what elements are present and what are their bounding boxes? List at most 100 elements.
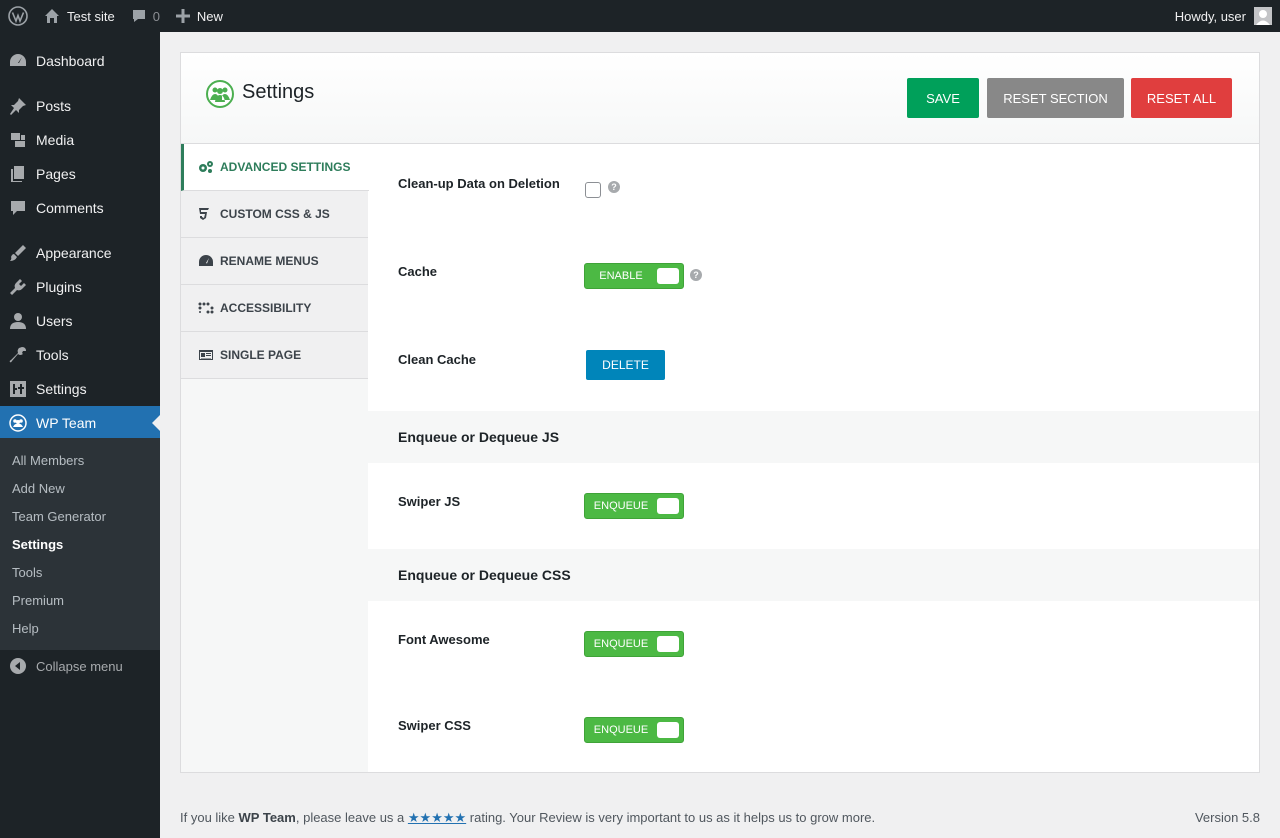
sidebar-item-label: Dashboard [36, 53, 105, 69]
sidebar-item-label: Media [36, 132, 75, 148]
reset-all-button[interactable]: RESET ALL [1131, 78, 1232, 118]
swiper-css-toggle[interactable]: ENQUEUE [584, 717, 684, 743]
pages-icon [0, 165, 36, 183]
clean-cache-label: Clean Cache [398, 352, 477, 367]
sidebar-item-label: Comments [36, 200, 104, 216]
comments-link[interactable]: 0 [123, 0, 168, 32]
braille-icon [198, 301, 220, 315]
panel-header: Settings SAVE RESET SECTION RESET ALL [181, 53, 1259, 144]
sidebar-item-comments[interactable]: Comments [0, 191, 160, 225]
submenu-all-members[interactable]: All Members [12, 453, 84, 468]
sidebar-item-appearance[interactable]: Appearance [0, 236, 160, 270]
wordpress-logo-icon[interactable] [0, 0, 36, 32]
sidebar-item-settings[interactable]: Settings [0, 372, 160, 406]
user-icon [0, 312, 36, 330]
sidebar-item-label: Users [36, 313, 73, 329]
dashboard-icon [0, 52, 36, 70]
comment-icon [131, 8, 147, 24]
delete-cache-button[interactable]: DELETE [586, 350, 665, 380]
cache-label: Cache [398, 264, 438, 279]
tab-custom-css-js[interactable]: CUSTOM CSS & JS [181, 191, 368, 238]
tab-label: ADVANCED SETTINGS [220, 160, 351, 174]
tab-label: ACCESSIBILITY [220, 301, 312, 315]
submenu-team-generator[interactable]: Team Generator [12, 509, 106, 524]
settings-panel: Settings SAVE RESET SECTION RESET ALL AD… [180, 52, 1260, 773]
admin-bar: Test site 0 New Howdy, user [0, 0, 1280, 32]
sidebar-item-label: Tools [36, 347, 69, 363]
home-icon [44, 8, 60, 24]
id-card-icon [198, 348, 220, 362]
wp-team-submenu: All Members Add New Team Generator Setti… [0, 438, 160, 650]
toggle-label: ENQUEUE [593, 500, 649, 512]
submenu-help[interactable]: Help [12, 621, 39, 636]
swiper-js-toggle[interactable]: ENQUEUE [584, 493, 684, 519]
font-awesome-toggle[interactable]: ENQUEUE [584, 631, 684, 657]
cleanup-checkbox[interactable] [585, 182, 601, 198]
team-icon [0, 414, 36, 432]
pin-icon [0, 97, 36, 115]
footer-text-before: If you like [180, 810, 239, 825]
collapse-arrow-icon [0, 658, 36, 674]
cache-toggle[interactable]: ENABLE [584, 263, 684, 289]
footer-review-text: If you like WP Team, please leave us a ★… [180, 810, 875, 826]
version-text: Version 5.8 [1194, 810, 1260, 825]
font-awesome-label: Font Awesome [398, 632, 490, 647]
settings-content: Clean-up Data on Deletion ? Cache ENABLE… [368, 144, 1259, 772]
sidebar-item-pages[interactable]: Pages [0, 157, 160, 191]
footer-text-after: rating. Your Review is very important to… [466, 810, 876, 825]
plus-icon [175, 9, 190, 23]
brush-icon [0, 244, 36, 262]
sidebar-item-users[interactable]: Users [0, 304, 160, 338]
sidebar-item-label: Posts [36, 98, 72, 114]
submenu-tools[interactable]: Tools [12, 565, 42, 580]
tab-rename-menus[interactable]: RENAME MENUS [181, 238, 368, 285]
toggle-label: ENQUEUE [593, 638, 649, 650]
wrench-icon [0, 346, 36, 364]
tab-accessibility[interactable]: ACCESSIBILITY [181, 285, 368, 332]
collapse-menu-button[interactable]: Collapse menu [0, 654, 160, 678]
rating-stars-link[interactable]: ★★★★★ [408, 810, 466, 825]
media-icon [0, 131, 36, 149]
swiper-css-label: Swiper CSS [398, 718, 471, 733]
sidebar-item-label: Plugins [36, 279, 82, 295]
help-icon[interactable]: ? [690, 269, 702, 281]
sidebar-item-posts[interactable]: Posts [0, 89, 160, 123]
toggle-knob [657, 498, 679, 514]
submenu-add-new[interactable]: Add New [12, 481, 65, 496]
section-enqueue-css: Enqueue or Dequeue CSS [368, 549, 1259, 601]
submenu-settings[interactable]: Settings [12, 537, 63, 552]
sidebar-item-dashboard[interactable]: Dashboard [0, 44, 160, 78]
sidebar-item-wp-team[interactable]: WP Team [0, 406, 160, 440]
page-title: Settings [242, 81, 315, 103]
tab-single-page[interactable]: SINGLE PAGE [181, 332, 368, 379]
tabs-empty-area [181, 379, 368, 772]
sidebar-item-media[interactable]: Media [0, 123, 160, 157]
sidebar-item-plugins[interactable]: Plugins [0, 270, 160, 304]
footer-text-middle: , please leave us a [295, 810, 408, 825]
new-content-link[interactable]: New [168, 0, 231, 32]
footer-plugin-name: WP Team [238, 810, 296, 825]
sidebar-item-tools[interactable]: Tools [0, 338, 160, 372]
settings-tabs: ADVANCED SETTINGS CUSTOM CSS & JS RENAME… [181, 144, 369, 772]
gears-icon [198, 160, 220, 174]
sidebar-item-label: Settings [36, 381, 87, 397]
my-account-link[interactable]: Howdy, user [1167, 0, 1280, 32]
site-name-link[interactable]: Test site [36, 0, 123, 32]
toggle-knob [657, 636, 679, 652]
sidebar-item-label: Appearance [36, 245, 112, 261]
gauge-icon [198, 254, 220, 268]
help-icon[interactable]: ? [608, 181, 620, 193]
tab-label: CUSTOM CSS & JS [220, 207, 330, 221]
sidebar-item-label: WP Team [36, 415, 97, 431]
tab-advanced-settings[interactable]: ADVANCED SETTINGS [181, 144, 369, 191]
admin-sidebar: Dashboard Posts Media Pages Comments App… [0, 32, 160, 838]
reset-section-button[interactable]: RESET SECTION [987, 78, 1124, 118]
section-enqueue-js: Enqueue or Dequeue JS [368, 411, 1259, 463]
toggle-knob [657, 268, 679, 284]
cleanup-label: Clean-up Data on Deletion [398, 176, 560, 191]
settings-icon [0, 380, 36, 398]
plugin-icon [0, 278, 36, 296]
comment-icon [0, 199, 36, 217]
save-button[interactable]: SAVE [907, 78, 979, 118]
submenu-premium[interactable]: Premium [12, 593, 64, 608]
